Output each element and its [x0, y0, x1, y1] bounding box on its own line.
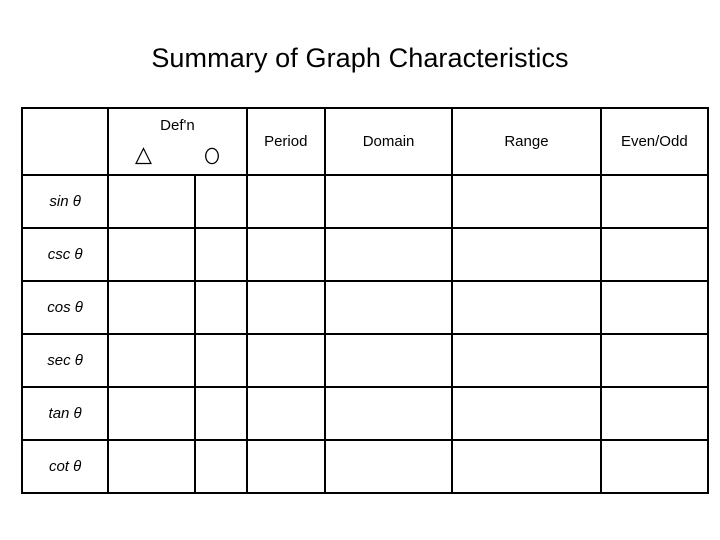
- cell-range[interactable]: [451, 333, 602, 388]
- header-cell-definition-group: Def'n: [107, 107, 248, 176]
- cell-range[interactable]: [451, 386, 602, 441]
- row-label-cell: cos θ: [20, 280, 110, 335]
- function-label: sin θ: [49, 192, 81, 210]
- cell-definition-triangle[interactable]: [107, 333, 196, 388]
- cell-definition-triangle[interactable]: [107, 439, 196, 494]
- cell-domain[interactable]: [323, 174, 454, 229]
- header-label-even-odd: Even/Odd: [620, 132, 688, 150]
- function-label: tan θ: [48, 404, 82, 422]
- table-row: cot θ: [20, 439, 710, 494]
- table-row: cos θ: [20, 280, 710, 335]
- table-row: sin θ: [20, 174, 710, 229]
- cell-period[interactable]: [245, 439, 326, 494]
- header-label-range: Range: [504, 132, 549, 150]
- function-label: sec θ: [47, 351, 83, 369]
- definition-group-label: Def'n: [160, 117, 195, 134]
- triangle-icon: [134, 147, 152, 165]
- page-title: Summary of Graph Characteristics: [151, 43, 569, 73]
- header-label-period: Period: [264, 132, 308, 150]
- cell-definition-circle[interactable]: [193, 174, 248, 229]
- cell-period[interactable]: [245, 227, 326, 282]
- cell-definition-triangle[interactable]: [107, 280, 196, 335]
- row-label-cell: tan θ: [20, 386, 110, 441]
- header-label-domain: Domain: [362, 132, 415, 150]
- header-cell-function: [20, 107, 110, 176]
- cell-range[interactable]: [451, 174, 602, 229]
- row-label-cell: sec θ: [20, 333, 110, 388]
- header-cell-domain: Domain: [323, 107, 454, 176]
- cell-definition-circle[interactable]: [193, 439, 248, 494]
- cell-definition-circle[interactable]: [193, 333, 248, 388]
- cell-range[interactable]: [451, 439, 602, 494]
- cell-even-odd[interactable]: [599, 439, 710, 494]
- cell-domain[interactable]: [323, 439, 454, 494]
- function-label: csc θ: [47, 245, 83, 263]
- cell-even-odd[interactable]: [599, 386, 710, 441]
- cell-period[interactable]: [245, 280, 326, 335]
- cell-even-odd[interactable]: [599, 333, 710, 388]
- header-cell-even-odd: Even/Odd: [599, 107, 710, 176]
- row-label-cell: cot θ: [20, 439, 110, 494]
- cell-definition-triangle[interactable]: [107, 174, 196, 229]
- function-label: cot θ: [48, 457, 82, 475]
- header-cell-range: Range: [451, 107, 602, 176]
- definition-triangle-subheader: [109, 143, 177, 169]
- table-row: sec θ: [20, 333, 710, 388]
- characteristics-table-container: Def'n Period Domain Range Even/Odd sin θ…: [20, 107, 710, 494]
- table-row: csc θ: [20, 227, 710, 282]
- cell-definition-triangle[interactable]: [107, 386, 196, 441]
- cell-even-odd[interactable]: [599, 227, 710, 282]
- cell-definition-circle[interactable]: [193, 280, 248, 335]
- cell-range[interactable]: [451, 280, 602, 335]
- cell-period[interactable]: [245, 386, 326, 441]
- header-cell-period: Period: [245, 107, 326, 176]
- cell-period[interactable]: [245, 174, 326, 229]
- row-label-cell: csc θ: [20, 227, 110, 282]
- table-row: tan θ: [20, 386, 710, 441]
- cell-definition-circle[interactable]: [193, 386, 248, 441]
- cell-definition-circle[interactable]: [193, 227, 248, 282]
- cell-definition-triangle[interactable]: [107, 227, 196, 282]
- cell-domain[interactable]: [323, 333, 454, 388]
- table-header-row: Def'n Period Domain Range Even/Odd: [20, 107, 710, 176]
- cell-range[interactable]: [451, 227, 602, 282]
- cell-even-odd[interactable]: [599, 174, 710, 229]
- function-label: cos θ: [47, 298, 83, 316]
- table-body: sin θ csc θ cos θ sec θ tan θ cot θ: [20, 174, 710, 494]
- row-label-cell: sin θ: [20, 174, 110, 229]
- characteristics-table: Def'n Period Domain Range Even/Odd sin θ…: [20, 107, 710, 494]
- circle-icon: [204, 147, 220, 165]
- cell-domain[interactable]: [323, 227, 454, 282]
- cell-domain[interactable]: [323, 280, 454, 335]
- cell-domain[interactable]: [323, 386, 454, 441]
- definition-circle-subheader: [177, 143, 245, 169]
- cell-even-odd[interactable]: [599, 280, 710, 335]
- cell-period[interactable]: [245, 333, 326, 388]
